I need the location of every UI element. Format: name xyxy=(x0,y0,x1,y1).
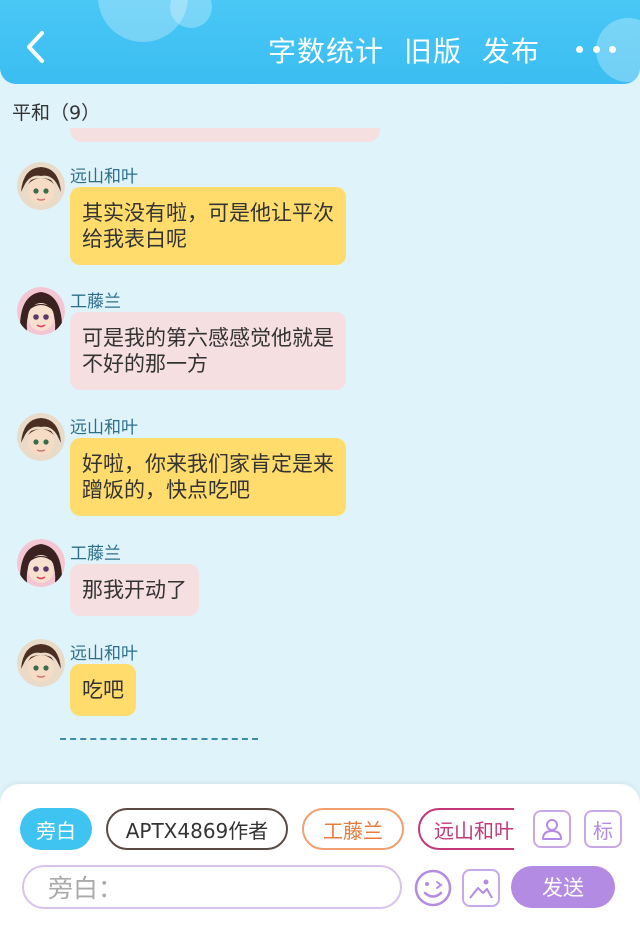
character-icon xyxy=(542,819,562,840)
avatar-image xyxy=(17,639,65,687)
role-chip-ran[interactable]: 工藤兰 xyxy=(302,808,404,850)
header-actions: 字数统计 旧版 发布 xyxy=(268,30,540,70)
input-placeholder: 旁白： xyxy=(48,874,124,903)
chat-area[interactable]: 平和（9） 远山和叶 其实没有啦，可是他让平次 给我表白呢 工藤兰 可是我的第六… xyxy=(0,84,640,784)
section-label: 平和（9） xyxy=(12,102,101,124)
word-count-button[interactable]: 字数统计 xyxy=(268,30,384,70)
chevron-left-icon xyxy=(27,31,44,63)
back-button[interactable] xyxy=(18,30,52,64)
more-button[interactable] xyxy=(576,38,616,60)
old-version-button[interactable]: 旧版 xyxy=(404,30,462,70)
top-bar: 字数统计 旧版 发布 xyxy=(0,0,640,84)
sender-name: 工藤兰 xyxy=(70,292,121,312)
sender-name: 远山和叶 xyxy=(70,644,138,664)
image-icon xyxy=(469,879,493,899)
tag-button[interactable]: 标 xyxy=(584,810,622,848)
send-button[interactable]: 发送 xyxy=(511,866,615,908)
message-bubble[interactable]: 好啦，你来我们家肯定是来 蹭饭的，快点吃吧 xyxy=(70,438,346,516)
sender-name: 远山和叶 xyxy=(70,418,138,438)
more-icon xyxy=(592,45,600,53)
input-panel: 旁白 APTX4869作者 工藤兰 远山和叶 标 旁白： 发送 xyxy=(0,784,640,947)
emoji-button[interactable] xyxy=(412,867,454,909)
more-icon xyxy=(609,45,616,53)
divider xyxy=(60,738,258,740)
sender-name: 远山和叶 xyxy=(70,167,138,187)
role-selector[interactable]: 旁白 APTX4869作者 工藤兰 远山和叶 xyxy=(20,808,514,852)
message-bubble[interactable]: 吃吧 xyxy=(70,664,136,716)
more-icon xyxy=(576,45,583,53)
tag-icon: 标 xyxy=(593,818,613,843)
emoji-icon xyxy=(414,869,452,907)
ran-avatar[interactable] xyxy=(17,287,65,335)
publish-button[interactable]: 发布 xyxy=(482,30,540,70)
message-bubble[interactable]: 可是我的第六感感觉他就是 不好的那一方 xyxy=(70,312,346,390)
role-chip-author[interactable]: APTX4869作者 xyxy=(106,808,288,850)
avatar-image xyxy=(17,539,65,587)
message-bubble[interactable]: 其实没有啦，可是他让平次 给我表白呢 xyxy=(70,187,346,265)
role-chip-kazuha[interactable]: 远山和叶 xyxy=(418,808,514,850)
message-bubble xyxy=(70,128,380,142)
role-chip-narrator[interactable]: 旁白 xyxy=(20,808,92,850)
message-input[interactable]: 旁白： xyxy=(22,865,402,909)
image-button[interactable] xyxy=(462,869,500,907)
character-button[interactable] xyxy=(533,810,571,848)
ran-avatar[interactable] xyxy=(17,539,65,587)
message-bubble[interactable]: 那我开动了 xyxy=(70,564,199,616)
avatar-image xyxy=(17,162,65,210)
avatar-image xyxy=(17,413,65,461)
sender-name: 工藤兰 xyxy=(70,544,121,564)
heiji-avatar[interactable] xyxy=(17,413,65,461)
heiji-avatar[interactable] xyxy=(17,639,65,687)
avatar-image xyxy=(17,287,65,335)
heiji-avatar[interactable] xyxy=(17,162,65,210)
